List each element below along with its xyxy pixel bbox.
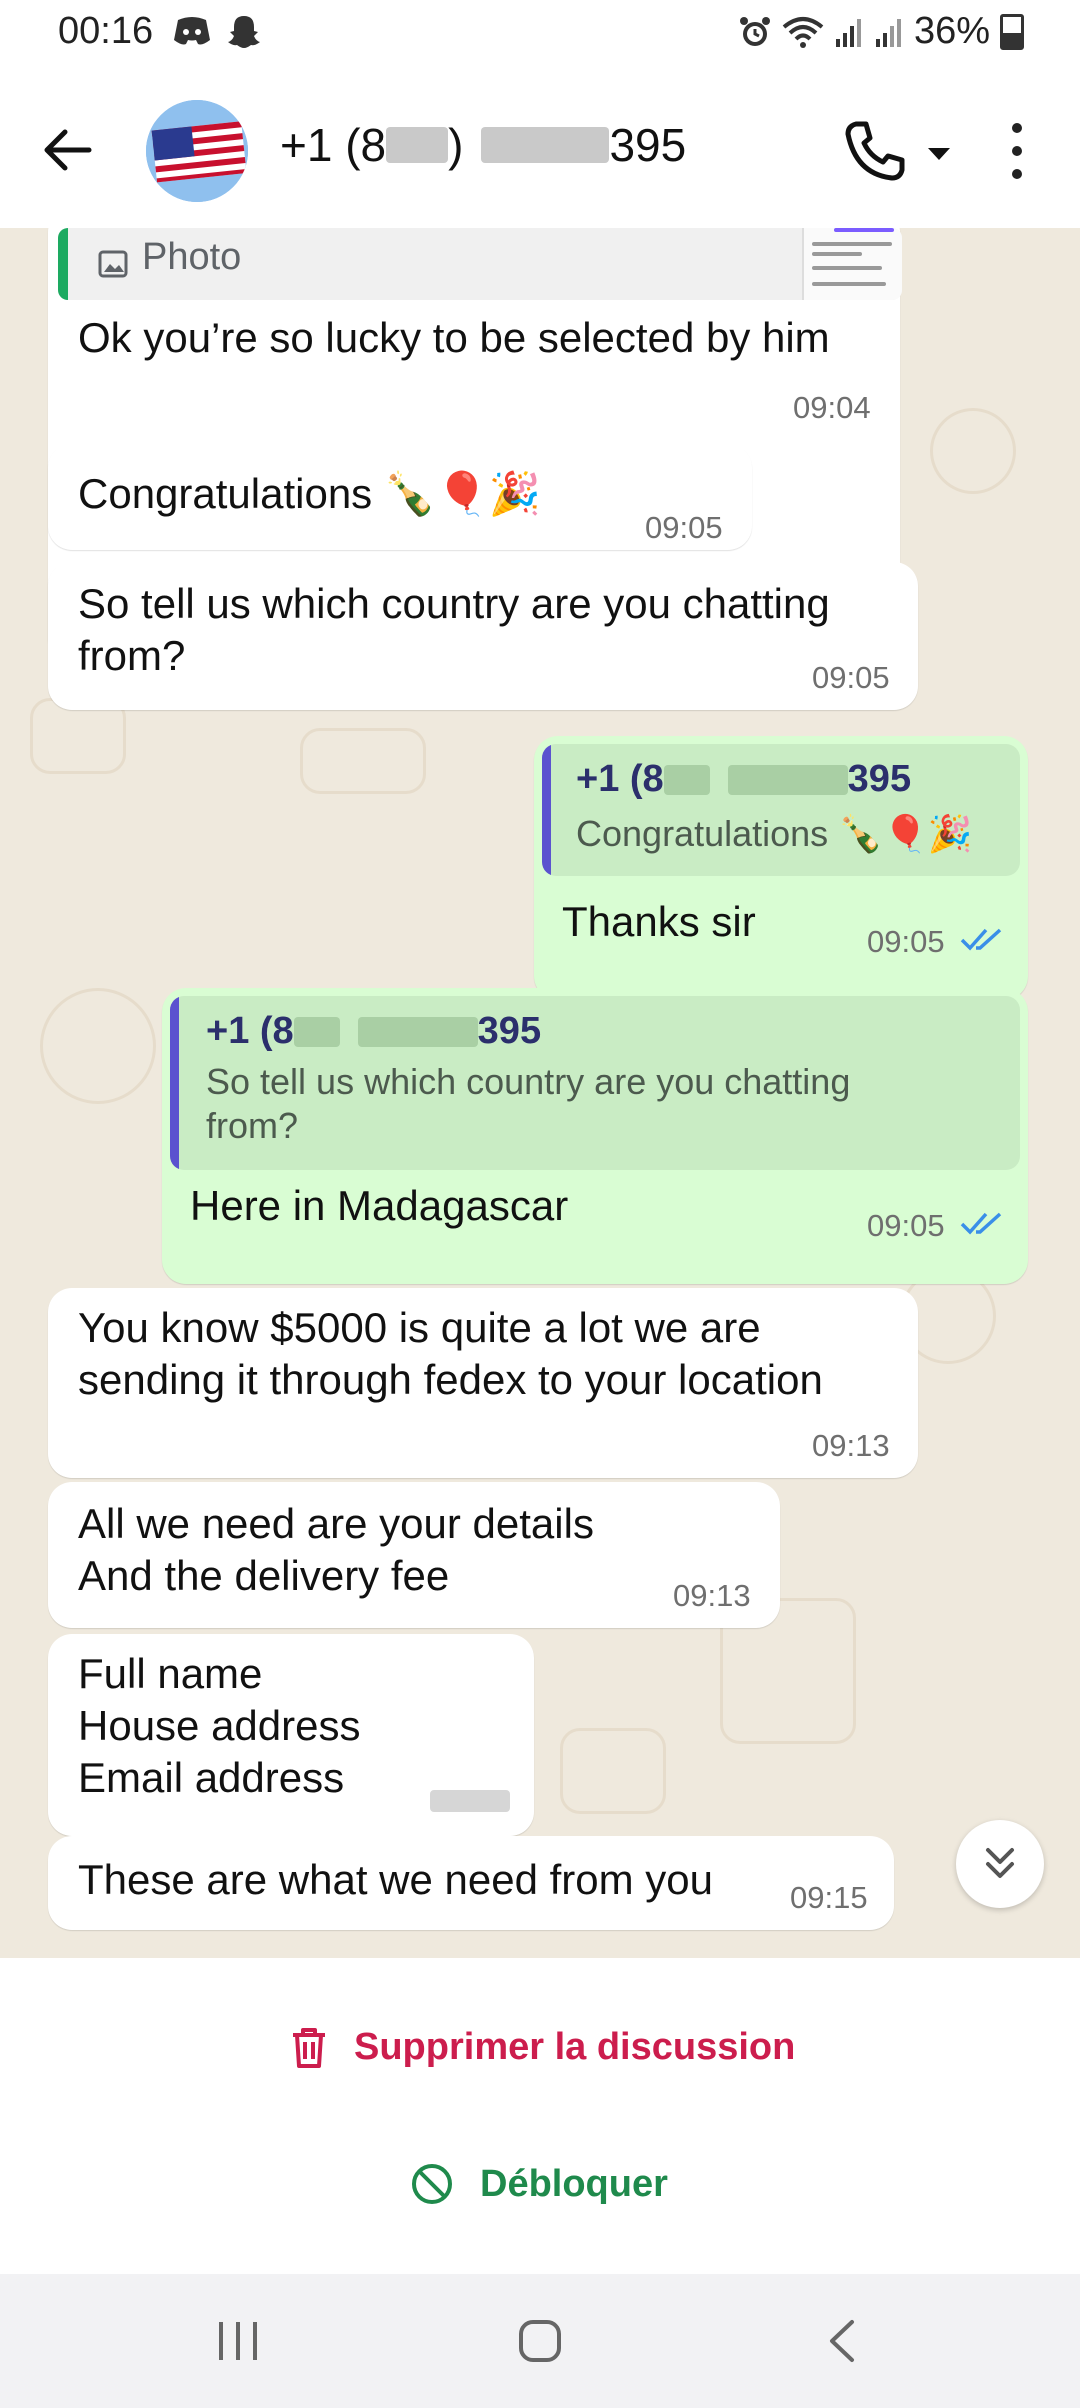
redaction <box>727 764 848 795</box>
contact-number-suffix: 395 <box>609 119 687 171</box>
message-text: You know $5000 is quite a lot we are sen… <box>78 1304 823 1403</box>
dot <box>1012 145 1022 156</box>
quote-author: +1 (8 395 <box>206 1010 541 1053</box>
scroll-to-bottom-button[interactable] <box>956 1820 1044 1908</box>
message-text: So tell us which country are you chattin… <box>78 580 830 679</box>
message-time: 09:15 <box>790 1880 868 1915</box>
delete-chat-label: Supprimer la discussion <box>354 2026 796 2068</box>
read-ticks-icon <box>960 1212 1002 1235</box>
signal-icon <box>875 18 901 47</box>
wallpaper-doodle <box>40 988 156 1104</box>
arrow-left-icon <box>44 129 92 171</box>
message-text: All we need are your details And the del… <box>78 1500 594 1599</box>
blocked-contact-actions: Supprimer la discussion Débloquer <box>0 1958 1080 2274</box>
message-time: 09:13 <box>673 1578 751 1613</box>
quote-author: +1 (8 395 <box>576 758 911 801</box>
quote-author-suffix: 395 <box>847 758 912 800</box>
quoted-message[interactable]: +1 (8 395 Congratulations 🍾🎈🎉 <box>542 744 1020 876</box>
redaction <box>293 1016 340 1047</box>
snapchat-icon <box>227 16 260 48</box>
caret-down-icon <box>928 148 950 160</box>
photo-thumbnail <box>802 228 902 300</box>
contact-name[interactable]: +1 (8 ) 395 <box>280 118 686 172</box>
message-time: 09:04 <box>793 390 871 425</box>
quote-text: So tell us which country are you chattin… <box>206 1061 851 1146</box>
image-icon <box>98 250 128 278</box>
battery-percent: 36% <box>913 10 990 52</box>
status-time: 00:16 <box>58 10 154 52</box>
us-flag-icon <box>146 100 248 202</box>
redaction <box>357 1016 478 1047</box>
message-time: 09:13 <box>812 1428 890 1463</box>
chat-header: +1 (8 ) 395 <box>0 70 1080 228</box>
avatar[interactable] <box>146 100 248 202</box>
quote-author-suffix: 395 <box>477 1010 542 1052</box>
home-button[interactable] <box>510 2314 570 2368</box>
wallpaper-doodle <box>300 728 426 794</box>
dot <box>1012 169 1022 180</box>
trash-icon <box>293 2027 325 2068</box>
message-text: Thanks sir <box>562 898 756 945</box>
contact-number-mid: ) <box>448 119 464 171</box>
quote-author-prefix: +1 (8 <box>576 758 664 800</box>
unblock-label: Débloquer <box>480 2162 668 2205</box>
delete-chat-button[interactable]: Supprimer la discussion <box>290 2026 795 2069</box>
redaction <box>386 127 449 163</box>
discord-icon <box>174 17 210 45</box>
wallpaper-doodle <box>930 408 1016 494</box>
redacted-time <box>430 1790 510 1812</box>
read-ticks-icon <box>960 928 1002 951</box>
battery-icon <box>1000 13 1024 50</box>
quote-text: Congratulations 🍾🎈🎉 <box>576 813 973 854</box>
home-icon <box>519 2320 561 2362</box>
contact-number-prefix: +1 (8 <box>280 119 387 171</box>
recent-apps-button[interactable] <box>208 2314 268 2368</box>
quote-accent <box>170 996 179 1170</box>
notification-icons <box>172 14 261 56</box>
quote-author-prefix: +1 (8 <box>206 1010 294 1052</box>
voice-call-button[interactable] <box>842 118 908 184</box>
wifi-icon <box>782 16 824 48</box>
back-nav-button[interactable] <box>812 2314 872 2368</box>
unblock-button[interactable]: Débloquer <box>410 2162 668 2206</box>
message-time: 09:05 <box>645 510 723 545</box>
alarm-icon <box>739 16 770 46</box>
more-options-button[interactable] <box>1000 116 1034 186</box>
quote-accent <box>58 228 68 300</box>
message-text: Congratulations 🍾🎈🎉 <box>78 470 541 517</box>
chevron-left-icon <box>830 2320 854 2362</box>
phone-icon <box>845 121 905 181</box>
block-icon <box>412 2164 452 2204</box>
message-text: Ok you’re so lucky to be selected by him <box>78 314 830 361</box>
message-text: These are what we need from you <box>78 1856 714 1903</box>
redaction <box>481 127 610 163</box>
status-bar: 00:16 36% <box>0 0 1080 70</box>
message-text: Here in Madagascar <box>190 1182 569 1229</box>
message-time: 09:05 <box>812 660 890 695</box>
signal-icon <box>835 18 861 47</box>
quoted-message[interactable]: +1 (8 395 So tell us which country are y… <box>170 996 1020 1170</box>
message-text: Full name House address Email address <box>78 1650 361 1801</box>
system-indicators: 36% <box>738 10 1024 53</box>
quote-photo-label: Photo <box>142 236 242 278</box>
redaction <box>663 764 710 795</box>
back-button[interactable] <box>36 120 98 180</box>
quote-accent <box>542 744 551 876</box>
dot <box>1012 122 1022 133</box>
chat-area[interactable]: Photo Ok you’re so lucky to be selected … <box>0 228 1080 1958</box>
call-options-button[interactable] <box>924 138 954 168</box>
wallpaper-doodle <box>560 1728 666 1814</box>
system-nav-bar <box>0 2274 1080 2408</box>
double-chevron-down-icon <box>986 1848 1014 1878</box>
message-time: 09:05 <box>867 924 945 959</box>
quoted-photo[interactable]: Photo <box>58 228 902 300</box>
recents-icon <box>219 2322 257 2360</box>
message-time: 09:05 <box>867 1208 945 1243</box>
